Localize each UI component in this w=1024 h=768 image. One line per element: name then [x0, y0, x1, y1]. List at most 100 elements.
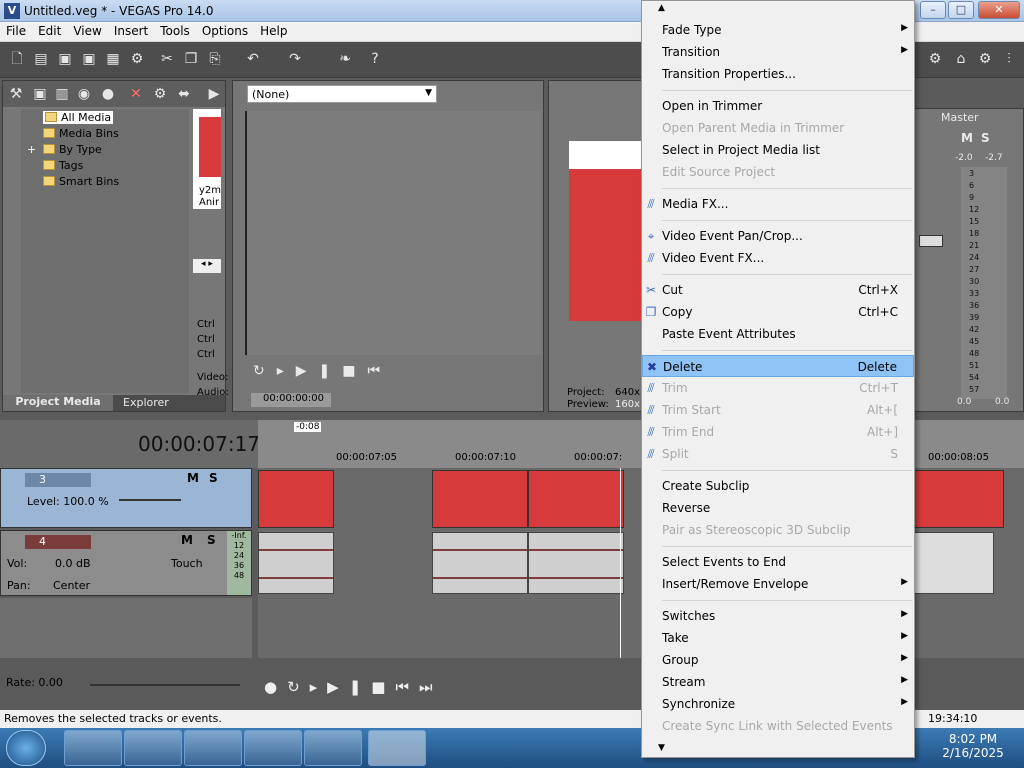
audio-track-mute[interactable]: M — [181, 533, 193, 547]
internet-explorer-icon[interactable] — [64, 730, 122, 766]
capture-icon[interactable]: ▥ — [53, 85, 71, 103]
vegas-pro-icon[interactable] — [368, 730, 426, 766]
menu-item-create-subclip[interactable]: Create Subclip — [642, 475, 914, 497]
undo-icon[interactable]: ↶ — [244, 50, 262, 68]
master-fader[interactable] — [919, 235, 943, 247]
menu-item-select-in-project-media-list[interactable]: Select in Project Media list — [642, 139, 914, 161]
audio-track-solo[interactable]: S — [207, 533, 216, 547]
minimize-button[interactable]: – — [920, 1, 946, 19]
video-track-header[interactable]: 3 M S Level: 100.0 % — [0, 468, 252, 528]
video-track-solo[interactable]: S — [209, 471, 218, 485]
menu-edit[interactable]: Edit — [32, 22, 67, 38]
tree-item-by-type[interactable]: By Type — [43, 143, 102, 156]
menu-item-group[interactable]: Group ▶ — [642, 649, 914, 671]
menu-item-switches[interactable]: Switches ▶ — [642, 605, 914, 627]
save-as-icon[interactable]: ▣ — [80, 50, 98, 68]
menu-item-synchronize[interactable]: Synchronize ▶ — [642, 693, 914, 715]
save-icon[interactable]: ▣ — [56, 50, 74, 68]
audio-event[interactable] — [914, 532, 994, 594]
menu-item-media-fx[interactable]: ⫻ Media FX... — [642, 193, 914, 215]
maximize-button[interactable]: □ — [948, 1, 974, 19]
clock[interactable]: 8:02 PM 2/16/2025 — [938, 732, 1008, 760]
start-button[interactable] — [6, 730, 46, 766]
media-fx-icon[interactable]: ▣ — [31, 85, 49, 103]
trimmer-view[interactable] — [245, 111, 541, 355]
video-event[interactable] — [528, 470, 624, 528]
copy-icon[interactable]: ❐ — [182, 50, 200, 68]
tree-item-smart-bins[interactable]: Smart Bins — [43, 175, 119, 188]
menu-tools[interactable]: Tools — [154, 22, 196, 38]
remove-media-icon[interactable]: ✕ — [127, 85, 145, 103]
media-thumbnail[interactable]: y2m Anir — [193, 109, 221, 209]
rate-slider[interactable] — [90, 684, 240, 686]
close-button[interactable]: ✕ — [978, 1, 1020, 19]
audio-event[interactable] — [432, 532, 528, 594]
explore-icon[interactable]: ❧ — [336, 50, 354, 68]
expand-icon[interactable]: + — [27, 143, 36, 156]
tree-item-tags[interactable]: Tags — [43, 159, 83, 172]
disc-icon[interactable]: ◉ — [75, 85, 93, 103]
tree-item-all-media[interactable]: All Media — [43, 111, 114, 124]
paste-icon[interactable]: ⎘ — [206, 50, 224, 68]
mixer-properties-icon[interactable]: ⚙ — [976, 50, 994, 68]
chat-app-icon[interactable] — [304, 730, 362, 766]
audio-event[interactable] — [528, 532, 624, 594]
menu-item-transition[interactable]: Transition ▶ — [642, 41, 914, 63]
menu-item-cut[interactable]: ✂ Cut Ctrl+X — [642, 279, 914, 301]
fader-icon[interactable]: ⫶ — [1000, 50, 1018, 68]
cut-scissors-icon[interactable]: ✂ — [158, 50, 176, 68]
globe-icon[interactable]: ● — [99, 85, 117, 103]
tab-project-media[interactable]: Project Media — [3, 395, 113, 411]
file-explorer-icon[interactable] — [184, 730, 242, 766]
menu-item-reverse[interactable]: Reverse — [642, 497, 914, 519]
master-solo[interactable]: S — [981, 131, 990, 145]
menu-item-video-event-pan-crop[interactable]: ⌖ Video Event Pan/Crop... — [642, 225, 914, 247]
menu-item-fade-type[interactable]: Fade Type ▶ — [642, 19, 914, 41]
menu-item-insert-remove-envelope[interactable]: Insert/Remove Envelope ▶ — [642, 573, 914, 595]
plugin-icon[interactable]: ⬌ — [175, 85, 193, 103]
scroll-down-icon[interactable]: ▼ — [658, 743, 665, 753]
help-icon[interactable]: ? — [366, 50, 384, 68]
menu-insert[interactable]: Insert — [108, 22, 154, 38]
video-event[interactable] — [258, 470, 334, 528]
new-project-icon[interactable]: 🗋 — [8, 50, 26, 68]
open-icon[interactable]: ▤ — [32, 50, 50, 68]
firefox-icon[interactable] — [124, 730, 182, 766]
menu-help[interactable]: Help — [254, 22, 293, 38]
render-icon[interactable]: ▦ — [104, 50, 122, 68]
video-event[interactable] — [432, 470, 528, 528]
menu-item-take[interactable]: Take ▶ — [642, 627, 914, 649]
import-media-icon[interactable]: ⚒ — [7, 85, 25, 103]
menu-item-select-events-to-end[interactable]: Select Events to End — [642, 551, 914, 573]
properties-gear-icon[interactable]: ⚙ — [151, 85, 169, 103]
audio-track-header[interactable]: 4 M S Vol: 0.0 dB Touch Pan: Center -Inf… — [0, 530, 252, 596]
tab-explorer[interactable]: Explorer — [123, 396, 169, 409]
play-arrow-icon[interactable]: ▶ — [205, 85, 223, 103]
tree-item-media-bins[interactable]: Media Bins — [43, 127, 119, 140]
menu-item-stream[interactable]: Stream ▶ — [642, 671, 914, 693]
video-event[interactable] — [914, 470, 1004, 528]
scroll-up-icon[interactable]: ▲ — [658, 3, 665, 13]
thumb-scroll[interactable]: ◂ ▸ — [193, 259, 221, 273]
preview-preview-label: Preview: — [567, 399, 609, 410]
redo-icon[interactable]: ↷ — [286, 50, 304, 68]
preset-dropdown[interactable]: (None) ▼ — [247, 85, 437, 103]
audio-event[interactable] — [258, 532, 334, 594]
menu-item-copy[interactable]: ❐ Copy Ctrl+C — [642, 301, 914, 323]
menu-file[interactable]: File — [0, 22, 32, 38]
menu-item-delete[interactable]: ✖ Delete Delete — [642, 355, 914, 377]
menu-item-transition-properties[interactable]: Transition Properties... — [642, 63, 914, 85]
automation-mode[interactable]: Touch — [171, 557, 203, 570]
level-slider[interactable] — [119, 499, 181, 501]
video-track-mute[interactable]: M — [187, 471, 199, 485]
media-player-icon[interactable] — [244, 730, 302, 766]
menu-view[interactable]: View — [67, 22, 107, 38]
master-mute[interactable]: M — [961, 131, 973, 145]
downmix-icon[interactable]: ⌂ — [952, 50, 970, 68]
menu-item-video-event-fx[interactable]: ⫻ Video Event FX... — [642, 247, 914, 269]
menu-item-open-in-trimmer[interactable]: Open in Trimmer — [642, 95, 914, 117]
menu-options[interactable]: Options — [196, 22, 254, 38]
menu-item-paste-event-attributes[interactable]: Paste Event Attributes — [642, 323, 914, 345]
lock-toolbar-icon[interactable]: ⚙ — [926, 50, 944, 68]
properties-gear-icon[interactable]: ⚙ — [128, 50, 146, 68]
